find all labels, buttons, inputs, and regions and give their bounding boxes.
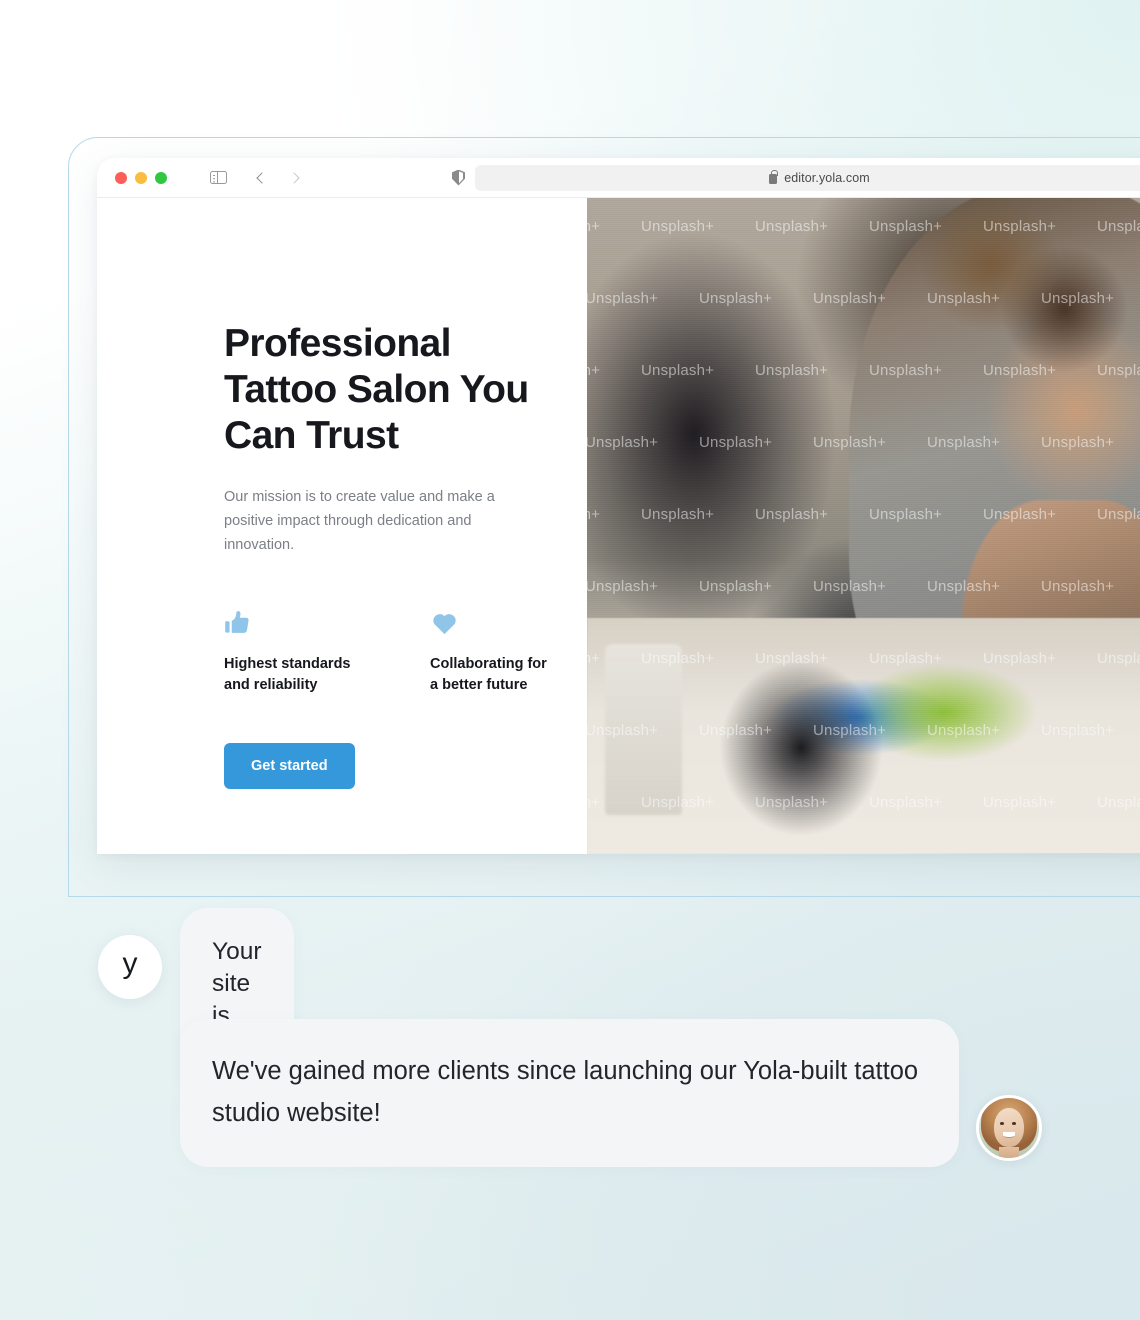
window-controls xyxy=(115,171,167,184)
get-started-button[interactable]: Get started xyxy=(224,743,355,789)
heart-icon xyxy=(433,614,456,635)
feature-label: Highest standards and reliability xyxy=(224,656,351,693)
hero-title: Professional Tattoo Salon You Can Trust xyxy=(224,322,529,457)
chevron-right-icon xyxy=(288,171,300,184)
maximize-window-button[interactable] xyxy=(155,171,167,184)
sidebar-icon xyxy=(209,170,227,185)
photo-composite: Unsplash+Unsplash+Unsplash+Unsplash+Unsp… xyxy=(587,198,1140,854)
yola-avatar: y xyxy=(98,935,162,999)
minimize-window-button[interactable] xyxy=(135,171,147,184)
forward-button[interactable] xyxy=(279,165,309,191)
avatar-smile xyxy=(1003,1132,1015,1138)
thumbs-up-icon xyxy=(225,611,249,633)
avatar-photo xyxy=(979,1098,1039,1158)
feature-label: Collaborating for a better future xyxy=(430,656,547,693)
feature-item: Collaborating for a better future xyxy=(430,608,570,696)
address-content: editor.yola.com xyxy=(769,169,870,185)
url-text: editor.yola.com xyxy=(784,170,870,185)
address-area: editor.yola.com xyxy=(452,164,1140,191)
feature-item: Highest standards and reliability xyxy=(224,608,364,696)
back-button[interactable] xyxy=(247,165,277,191)
site-viewport: Professional Tattoo Salon You Can Trust … xyxy=(97,198,1140,854)
avatar-eye xyxy=(1012,1122,1016,1125)
avatar-face xyxy=(994,1107,1024,1148)
page-root: editor.yola.com Professional Tattoo Salo… xyxy=(0,0,1140,1320)
photo-grain xyxy=(587,198,1140,854)
sidebar-toggle-button[interactable] xyxy=(203,165,233,191)
hero-text-column: Professional Tattoo Salon You Can Trust … xyxy=(97,198,587,854)
navigation-controls xyxy=(203,165,309,191)
chat-bubble-customer: We've gained more clients since launchin… xyxy=(180,1019,959,1167)
lock-icon xyxy=(769,169,778,184)
hero-photo: Unsplash+Unsplash+Unsplash+Unsplash+Unsp… xyxy=(587,198,1140,854)
avatar-eye xyxy=(1000,1122,1004,1125)
address-bar[interactable]: editor.yola.com xyxy=(475,164,1140,191)
chevron-left-icon xyxy=(256,171,268,184)
close-window-button[interactable] xyxy=(115,171,127,184)
browser-toolbar: editor.yola.com xyxy=(97,158,1140,198)
avatar-neck xyxy=(999,1147,1019,1158)
shield-icon[interactable] xyxy=(452,169,465,186)
customer-avatar xyxy=(976,1095,1042,1161)
browser-window: editor.yola.com Professional Tattoo Salo… xyxy=(97,158,1140,854)
feature-list: Highest standards and reliability Collab… xyxy=(224,608,587,696)
hero-subtitle: Our mission is to create value and make … xyxy=(224,489,495,553)
